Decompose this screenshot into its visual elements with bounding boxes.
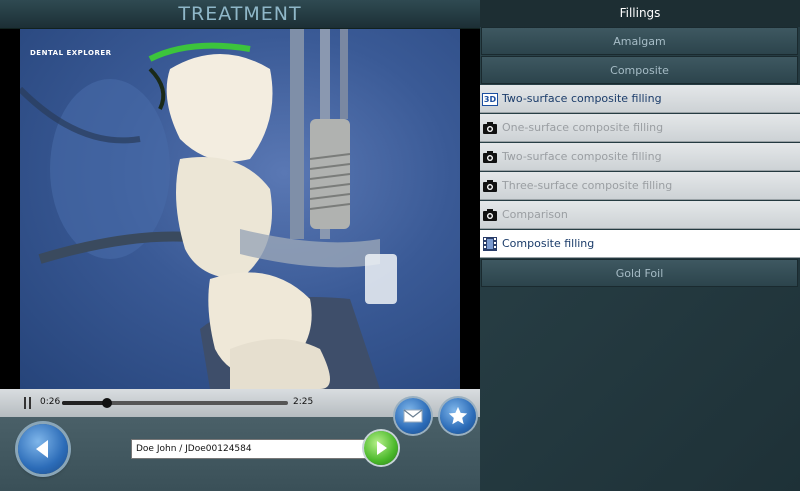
video-image — [20, 29, 397, 389]
list-item-label: Three-surface composite filling — [502, 179, 673, 192]
category-gold-foil[interactable]: Gold Foil — [481, 259, 798, 287]
list-item-label: Two-surface composite filling — [502, 150, 662, 163]
star-icon — [448, 406, 468, 425]
list-item-two-surface-photo[interactable]: Two-surface composite filling — [480, 143, 800, 171]
favorite-button[interactable] — [440, 398, 476, 434]
list-item-label: Two-surface composite filling — [502, 92, 662, 105]
list-item-three-surface-photo[interactable]: Three-surface composite filling — [480, 172, 800, 200]
seek-handle[interactable] — [102, 398, 113, 408]
fillings-panel: Fillings Amalgam Composite 3D Two-surfac… — [480, 0, 800, 491]
email-button[interactable] — [395, 398, 431, 434]
play-arrow-icon — [377, 441, 387, 455]
total-time: 2:25 — [293, 397, 314, 407]
patient-field[interactable] — [131, 439, 367, 459]
brand-logo: DENTAL EXPLORER — [30, 49, 112, 57]
list-item-two-surface-3d[interactable]: 3D Two-surface composite filling — [480, 85, 800, 113]
seek-bar[interactable] — [62, 398, 288, 408]
envelope-icon — [403, 409, 423, 423]
video-player[interactable]: DENTAL EXPLORER — [0, 29, 480, 389]
arrow-left-icon — [36, 440, 48, 458]
title-bar: TREATMENT — [0, 0, 480, 29]
back-button[interactable] — [18, 424, 68, 474]
camera-icon — [483, 208, 497, 222]
current-time: 0:26 — [40, 397, 61, 407]
category-amalgam[interactable]: Amalgam — [481, 27, 798, 55]
go-button[interactable] — [364, 431, 398, 465]
list-item-comparison[interactable]: Comparison — [480, 201, 800, 229]
panel-title: Fillings — [480, 0, 800, 27]
video-frame[interactable]: DENTAL EXPLORER — [20, 29, 460, 389]
list-item-one-surface-photo[interactable]: One-surface composite filling — [480, 114, 800, 142]
camera-icon — [483, 121, 497, 135]
3d-icon: 3D — [481, 92, 499, 106]
pause-button[interactable] — [24, 397, 34, 409]
list-item-label: Composite filling — [502, 237, 595, 250]
list-item-label: Comparison — [502, 208, 568, 221]
camera-icon — [483, 179, 497, 193]
seek-bar-fill — [62, 401, 108, 405]
category-composite[interactable]: Composite — [481, 56, 798, 84]
list-item-composite-filling-video[interactable]: Composite filling — [480, 230, 800, 258]
camera-icon — [483, 150, 497, 164]
list-item-label: One-surface composite filling — [502, 121, 664, 134]
film-icon — [483, 237, 497, 251]
page-title: TREATMENT — [178, 3, 302, 25]
